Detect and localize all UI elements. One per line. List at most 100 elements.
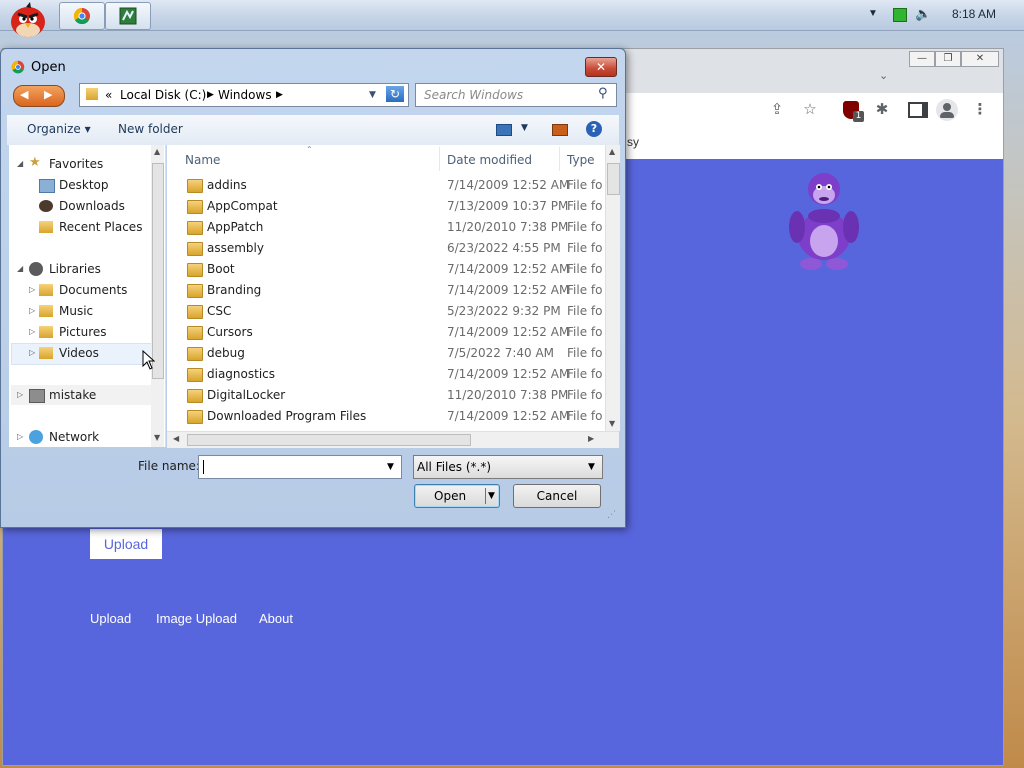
scroll-up-icon[interactable]: ▲ bbox=[154, 147, 160, 156]
file-row[interactable]: Boot 7/14/2009 12:52 AM File fol bbox=[167, 259, 607, 280]
minimize-button[interactable]: — bbox=[909, 51, 935, 67]
file-name-dropdown-icon[interactable]: ▼ bbox=[387, 462, 394, 472]
address-segment-windows[interactable]: Windows bbox=[218, 88, 272, 102]
address-bar[interactable]: « Local Disk (C:) ▶ Windows ▶ ▼ ↻ bbox=[79, 83, 409, 107]
column-header-name[interactable]: Name bbox=[185, 153, 220, 167]
nav-network[interactable]: Network bbox=[49, 430, 99, 444]
dialog-close-button[interactable]: ✕ bbox=[585, 57, 617, 77]
view-options-icon[interactable] bbox=[496, 124, 512, 136]
expand-videos-icon[interactable]: ▷ bbox=[29, 348, 35, 357]
search-icon[interactable]: ⚲ bbox=[598, 86, 608, 101]
expand-favorites-icon[interactable]: ◢ bbox=[17, 159, 23, 168]
view-dropdown-icon[interactable]: ▼ bbox=[521, 123, 528, 133]
filter-dropdown-icon[interactable]: ▼ bbox=[588, 462, 595, 472]
menu-kebab-icon[interactable]: ⋮ bbox=[970, 99, 990, 119]
file-horizontal-scrollbar[interactable]: ◀ ▶ bbox=[167, 431, 619, 448]
file-row[interactable]: AppPatch 11/20/2010 7:38 PM File fol bbox=[167, 217, 607, 238]
file-scroll-thumb[interactable] bbox=[607, 163, 620, 195]
expand-pictures-icon[interactable]: ▷ bbox=[29, 327, 35, 336]
scroll-down-icon[interactable]: ▼ bbox=[154, 433, 160, 442]
column-header-date[interactable]: Date modified bbox=[447, 153, 532, 167]
taskbar-app-button[interactable] bbox=[105, 2, 151, 30]
taskbar-chrome-button[interactable] bbox=[59, 2, 105, 30]
file-hscroll-thumb[interactable] bbox=[187, 434, 471, 446]
column-header-type[interactable]: Type bbox=[567, 153, 595, 167]
nav-mistake[interactable]: mistake bbox=[49, 388, 96, 402]
address-overflow[interactable]: « bbox=[105, 88, 112, 102]
close-window-button[interactable]: ✕ bbox=[961, 51, 999, 67]
expand-mistake-icon[interactable]: ▷ bbox=[17, 390, 23, 399]
open-button[interactable]: Open ▼ bbox=[414, 484, 500, 508]
resize-grip-icon[interactable]: ⋰ bbox=[607, 510, 616, 520]
breadcrumb-separator-icon[interactable]: ▶ bbox=[207, 90, 214, 100]
maximize-button[interactable]: ❐ bbox=[935, 51, 961, 67]
search-box[interactable]: Search Windows ⚲ bbox=[415, 83, 617, 107]
file-row[interactable]: AppCompat 7/13/2009 10:37 PM File fol bbox=[167, 196, 607, 217]
file-row[interactable]: Branding 7/14/2009 12:52 AM File fol bbox=[167, 280, 607, 301]
file-row[interactable]: CSC 5/23/2022 9:32 PM File fol bbox=[167, 301, 607, 322]
nav-recent-places[interactable]: Recent Places bbox=[59, 220, 142, 234]
open-dropdown-icon[interactable]: ▼ bbox=[488, 485, 495, 507]
nav-videos[interactable]: Videos bbox=[59, 346, 99, 360]
file-row[interactable]: Cursors 7/14/2009 12:52 AM File fol bbox=[167, 322, 607, 343]
bookmark-star-icon[interactable]: ☆ bbox=[800, 99, 820, 119]
help-icon[interactable]: ? bbox=[586, 121, 602, 137]
cancel-button[interactable]: Cancel bbox=[513, 484, 601, 508]
bookmark-fragment[interactable]: sy bbox=[627, 135, 639, 149]
file-row[interactable]: addins 7/14/2009 12:52 AM File fol bbox=[167, 175, 607, 196]
column-divider[interactable] bbox=[439, 147, 440, 171]
back-forward-buttons[interactable]: ◀ ▶ bbox=[13, 85, 65, 107]
organize-button[interactable]: Organize ▾ bbox=[27, 122, 91, 136]
address-segment-local-disk[interactable]: Local Disk (C:) bbox=[120, 88, 206, 102]
breadcrumb-separator-icon[interactable]: ▶ bbox=[276, 90, 283, 100]
expand-libraries-icon[interactable]: ◢ bbox=[17, 264, 23, 273]
nav-link-image-upload[interactable]: Image Upload bbox=[156, 611, 237, 626]
extensions-puzzle-icon[interactable]: ✱ bbox=[872, 99, 892, 119]
nav-link-upload[interactable]: Upload bbox=[90, 611, 131, 626]
nav-link-about[interactable]: About bbox=[259, 611, 293, 626]
file-name-input[interactable]: ▼ bbox=[198, 455, 402, 479]
nav-pictures[interactable]: Pictures bbox=[59, 325, 107, 339]
file-row[interactable]: DigitalLocker 11/20/2010 7:38 PM File fol bbox=[167, 385, 607, 406]
angry-bird-icon[interactable] bbox=[6, 0, 50, 40]
expand-documents-icon[interactable]: ▷ bbox=[29, 285, 35, 294]
preview-pane-icon[interactable] bbox=[552, 124, 568, 136]
nav-scrollbar[interactable]: ▲ ▼ bbox=[151, 145, 164, 447]
file-row[interactable]: assembly 6/23/2022 4:55 PM File fol bbox=[167, 238, 607, 259]
nav-music[interactable]: Music bbox=[59, 304, 93, 318]
file-type-filter[interactable]: All Files (*.*) ▼ bbox=[413, 455, 603, 479]
scroll-up-icon[interactable]: ▲ bbox=[609, 147, 615, 156]
nav-favorites[interactable]: Favorites bbox=[49, 157, 103, 171]
open-label: Open bbox=[434, 489, 467, 503]
nav-downloads[interactable]: Downloads bbox=[59, 199, 125, 213]
forward-arrow-icon[interactable]: ▶ bbox=[44, 88, 52, 101]
chevron-up-icon[interactable]: ▼ bbox=[868, 8, 878, 19]
open-split-divider bbox=[485, 488, 486, 504]
profile-avatar-icon[interactable] bbox=[936, 99, 958, 121]
network-icon[interactable] bbox=[893, 8, 907, 22]
page-upload-button[interactable]: Upload bbox=[90, 529, 162, 559]
nav-desktop[interactable]: Desktop bbox=[59, 178, 109, 192]
address-dropdown-icon[interactable]: ▼ bbox=[369, 90, 376, 100]
tab-search-chevron-icon[interactable]: ⌄ bbox=[879, 69, 888, 82]
expand-network-icon[interactable]: ▷ bbox=[17, 432, 23, 441]
nav-documents[interactable]: Documents bbox=[59, 283, 127, 297]
nav-scroll-thumb[interactable] bbox=[152, 163, 164, 379]
file-row[interactable]: debug 7/5/2022 7:40 AM File fol bbox=[167, 343, 607, 364]
side-panel-icon[interactable] bbox=[908, 102, 928, 118]
expand-music-icon[interactable]: ▷ bbox=[29, 306, 35, 315]
file-row[interactable]: diagnostics 7/14/2009 12:52 AM File fol bbox=[167, 364, 607, 385]
clock-time[interactable]: 8:18 AM bbox=[952, 7, 996, 21]
column-divider[interactable] bbox=[559, 147, 560, 171]
file-vertical-scrollbar[interactable]: ▲ ▼ bbox=[605, 145, 620, 431]
share-icon[interactable]: ⇪ bbox=[767, 99, 787, 119]
scroll-down-icon[interactable]: ▼ bbox=[609, 419, 615, 428]
scroll-left-icon[interactable]: ◀ bbox=[173, 434, 179, 443]
back-arrow-icon[interactable]: ◀ bbox=[20, 88, 28, 101]
file-row[interactable]: Downloaded Program Files 7/14/2009 12:52 … bbox=[167, 406, 607, 427]
speaker-icon[interactable]: 🔈 bbox=[915, 6, 931, 22]
new-folder-button[interactable]: New folder bbox=[118, 122, 183, 136]
refresh-icon[interactable]: ↻ bbox=[386, 86, 404, 102]
nav-libraries[interactable]: Libraries bbox=[49, 262, 101, 276]
scroll-right-icon[interactable]: ▶ bbox=[588, 434, 594, 443]
